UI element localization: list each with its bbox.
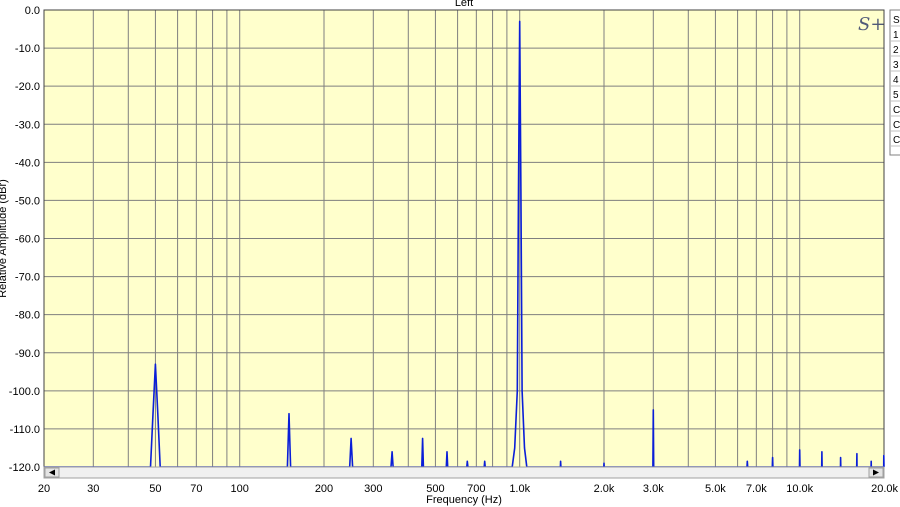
y-tick-label: -120.0: [9, 462, 40, 474]
y-tick-label: -90.0: [15, 348, 40, 360]
legend-row-label: C: [893, 120, 900, 131]
legend-row-label: C: [893, 135, 900, 146]
x-tick-label: 200: [315, 483, 333, 495]
chart-title: Left: [455, 0, 473, 9]
horizontal-scrollbar[interactable]: [43, 466, 885, 479]
s-plus-logo: S+: [858, 14, 885, 35]
x-tick-label: 3.0k: [643, 483, 664, 495]
legend-row-label: St: [893, 15, 900, 26]
y-tick-label: -10.0: [15, 43, 40, 55]
y-tick-label: -50.0: [15, 195, 40, 207]
y-tick-labels: 0.0 -10.0 -20.0 -30.0 -40.0 -50.0 -60.0 -70.0 -8…: [9, 5, 40, 474]
x-tick-label: 50: [149, 483, 161, 495]
x-tick-label: 300: [364, 483, 382, 495]
x-tick-label: 30: [87, 483, 99, 495]
x-tick-label: 20.0k: [871, 483, 898, 495]
y-tick-label: -80.0: [15, 310, 40, 322]
legend-row-label: 5: [893, 90, 899, 101]
y-tick-label: -100.0: [9, 386, 40, 398]
legend-row-label: C: [893, 105, 900, 116]
x-tick-label: 2.0k: [594, 483, 615, 495]
legend-strip: St12345CCC: [889, 9, 900, 156]
spectrum-chart: 20 30 50 70 100 200 300 500 700 1.0k 2.0k 3.0k 5.0k 7…: [0, 0, 900, 506]
y-tick-label: -70.0: [15, 272, 40, 284]
y-tick-label: -110.0: [10, 424, 40, 436]
y-tick-label: -60.0: [15, 234, 40, 246]
y-tick-label: -40.0: [15, 157, 40, 169]
x-tick-label: 7.0k: [746, 483, 767, 495]
legend-row-label: 1: [893, 30, 899, 41]
y-tick-label: 0.0: [25, 5, 40, 17]
y-tick-label: -30.0: [15, 119, 40, 131]
x-tick-label: 70: [190, 483, 202, 495]
x-tick-label: 5.0k: [705, 483, 726, 495]
legend-row-label: 4: [893, 75, 899, 86]
legend-row-label: 2: [893, 45, 899, 56]
x-axis-label: Frequency (Hz): [426, 494, 502, 506]
scrollbar-track[interactable]: [43, 466, 885, 479]
x-tick-label: 1.0k: [509, 483, 530, 495]
x-tick-label: 100: [231, 483, 249, 495]
y-tick-label: -20.0: [15, 81, 40, 93]
x-tick-label: 10.0k: [786, 483, 813, 495]
legend-row-label: 3: [893, 60, 899, 71]
y-axis-label: Relative Amplitude (dBr): [0, 179, 9, 298]
x-tick-label: 20: [38, 483, 50, 495]
